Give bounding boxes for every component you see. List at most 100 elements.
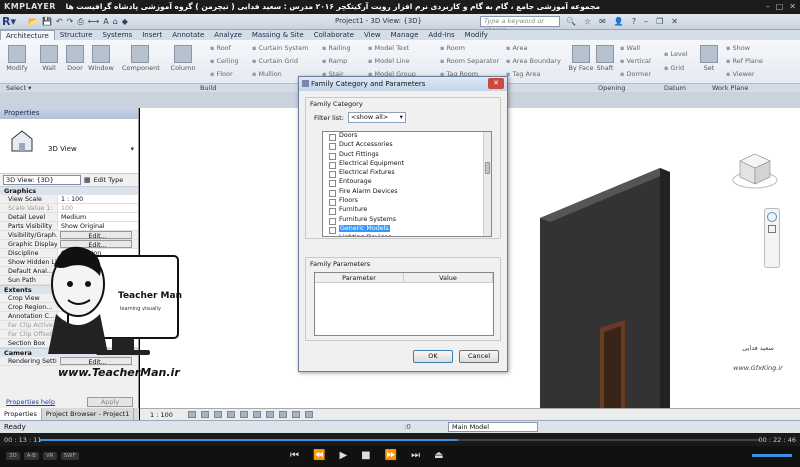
search-input[interactable]: Type a keyword or phrase bbox=[480, 16, 560, 34]
by-face-button[interactable]: By Face bbox=[568, 43, 594, 72]
temp-hide-icon[interactable] bbox=[291, 411, 300, 418]
play-icon[interactable]: ▶ bbox=[339, 450, 347, 461]
tab-architecture[interactable]: Architecture bbox=[0, 30, 55, 40]
close-icon[interactable]: ✕ bbox=[789, 2, 796, 11]
room-separator-button[interactable]: Room Separator bbox=[440, 57, 499, 65]
seek-bar[interactable]: 00 : 13 : 11 00 : 22 : 46 bbox=[0, 433, 800, 446]
navigation-bar[interactable] bbox=[764, 208, 780, 268]
wall-opening-button[interactable]: Wall bbox=[620, 44, 640, 52]
tab-massing-site[interactable]: Massing & Site bbox=[247, 30, 309, 40]
viewer-button[interactable]: Viewer bbox=[726, 70, 754, 78]
tab-project-browser[interactable]: Project Browser - Project1 bbox=[42, 408, 135, 420]
zoom-icon[interactable] bbox=[768, 225, 776, 233]
eject-icon[interactable]: ⏏ bbox=[434, 450, 443, 461]
revit-app-button[interactable]: R▾ bbox=[2, 15, 22, 29]
property-value[interactable]: Show Original bbox=[57, 222, 138, 230]
tab-manage[interactable]: Manage bbox=[386, 30, 424, 40]
cancel-button[interactable]: Cancel bbox=[459, 350, 499, 363]
badge-swf[interactable]: SWF bbox=[60, 452, 79, 460]
roof-button[interactable]: Roof bbox=[210, 44, 230, 52]
window-button[interactable]: Window bbox=[88, 43, 114, 72]
ok-button[interactable]: OK bbox=[413, 350, 453, 363]
tab-modify[interactable]: Modify bbox=[460, 30, 493, 40]
badge-ab[interactable]: A-B bbox=[23, 452, 39, 460]
steering-wheel-icon[interactable] bbox=[767, 212, 777, 222]
model-line-button[interactable]: Model Line bbox=[368, 57, 409, 65]
modify-button[interactable]: Modify bbox=[4, 43, 30, 72]
redo-icon[interactable]: ↷ bbox=[67, 17, 74, 27]
min-icon[interactable]: – bbox=[644, 17, 648, 26]
model-text-button[interactable]: Model Text bbox=[368, 44, 409, 52]
area-boundary-button[interactable]: Area Boundary bbox=[506, 57, 560, 65]
railing-button[interactable]: Railing bbox=[322, 44, 350, 52]
category-item[interactable]: Lighting Devices bbox=[323, 234, 491, 236]
category-item[interactable]: Electrical Equipment bbox=[323, 160, 491, 170]
stop-icon[interactable]: ■ bbox=[361, 450, 370, 461]
volume-slider[interactable] bbox=[752, 454, 792, 457]
scroll-thumb[interactable] bbox=[485, 162, 490, 174]
reveal-hidden-icon[interactable] bbox=[304, 411, 313, 418]
subscription-icon[interactable]: ☆ bbox=[584, 17, 591, 26]
badge-vr[interactable]: VR bbox=[42, 452, 57, 460]
section-icon[interactable]: ◆ bbox=[122, 17, 128, 27]
property-value[interactable]: 100 bbox=[57, 204, 138, 212]
room-button[interactable]: Room bbox=[440, 44, 465, 52]
category-item[interactable]: Generic Models bbox=[323, 224, 491, 235]
undo-icon[interactable]: ↶ bbox=[56, 17, 63, 27]
property-row[interactable]: View Scale 1 : 100 bbox=[0, 195, 138, 204]
tab-annotate[interactable]: Annotate bbox=[167, 30, 209, 40]
3d-icon[interactable]: ⌂ bbox=[113, 17, 118, 27]
panel-select[interactable]: Select ▾ bbox=[6, 84, 31, 92]
category-item[interactable]: Electrical Fixtures bbox=[323, 169, 491, 179]
category-list[interactable]: Doors Duct Accessories Duct Fittings Electr… bbox=[322, 131, 492, 237]
door-button[interactable]: Door bbox=[62, 43, 88, 72]
curtain-system-button[interactable]: Curtain System bbox=[252, 44, 308, 52]
shadows-icon[interactable] bbox=[226, 411, 235, 418]
type-selector[interactable]: 3D View ▾ bbox=[0, 119, 138, 174]
category-item[interactable]: Furniture Systems bbox=[323, 216, 491, 225]
active-model-dropdown[interactable]: Main Model bbox=[448, 422, 538, 432]
close-app-icon[interactable]: ✕ bbox=[671, 17, 678, 26]
tab-insert[interactable]: Insert bbox=[137, 30, 167, 40]
filter-select[interactable]: <show all> bbox=[347, 112, 406, 123]
visual-style-icon[interactable] bbox=[200, 411, 209, 418]
forward-icon[interactable]: ⏩ bbox=[385, 450, 397, 461]
property-value[interactable]: Medium bbox=[57, 213, 138, 221]
help-icon[interactable]: ? bbox=[632, 17, 636, 26]
category-item[interactable]: Duct Accessories bbox=[323, 141, 491, 151]
set-button[interactable]: Set bbox=[696, 43, 722, 72]
communication-icon[interactable]: ✉ bbox=[599, 17, 606, 26]
show-crop-icon[interactable] bbox=[265, 411, 274, 418]
crop-icon[interactable] bbox=[252, 411, 261, 418]
tag-icon[interactable]: A bbox=[103, 17, 108, 27]
rewind-icon[interactable]: ⏪ bbox=[313, 450, 325, 461]
badge-3d[interactable]: 3D bbox=[6, 452, 20, 460]
apply-button[interactable]: Apply bbox=[87, 397, 133, 407]
tag-area-button[interactable]: Tag Area bbox=[506, 70, 540, 78]
dormer-button[interactable]: Dormer bbox=[620, 70, 651, 78]
detail-level-icon[interactable] bbox=[187, 411, 196, 418]
category-item[interactable]: Fire Alarm Devices bbox=[323, 188, 491, 198]
view-selector[interactable]: 3D View: {3D} bbox=[3, 175, 81, 185]
ref-plane-button[interactable]: Ref Plane bbox=[726, 57, 762, 65]
print-icon[interactable]: ⎙ bbox=[77, 17, 83, 27]
seek-track[interactable] bbox=[40, 439, 760, 441]
component-button[interactable]: Component bbox=[122, 43, 160, 72]
area-button[interactable]: Area bbox=[506, 44, 527, 52]
tab-properties[interactable]: Properties bbox=[0, 408, 42, 420]
tab-collaborate[interactable]: Collaborate bbox=[309, 30, 359, 40]
tab-systems[interactable]: Systems bbox=[97, 30, 137, 40]
viewcube[interactable] bbox=[730, 146, 780, 196]
show-button[interactable]: Show bbox=[726, 44, 750, 52]
chevron-down-icon[interactable]: ▾ bbox=[130, 145, 134, 153]
column-button[interactable]: Column bbox=[170, 43, 196, 72]
ceiling-button[interactable]: Ceiling bbox=[210, 57, 238, 65]
measure-icon[interactable]: ⟷ bbox=[88, 17, 99, 27]
level-button[interactable]: Level bbox=[664, 50, 687, 58]
ramp-button[interactable]: Ramp bbox=[322, 57, 347, 65]
category-item[interactable]: Furniture bbox=[323, 206, 491, 216]
property-row[interactable]: Scale Value 1: 100 bbox=[0, 204, 138, 213]
open-icon[interactable]: 📂 bbox=[28, 17, 38, 27]
vertical-button[interactable]: Vertical bbox=[620, 57, 650, 65]
category-item[interactable]: Doors bbox=[323, 132, 491, 142]
